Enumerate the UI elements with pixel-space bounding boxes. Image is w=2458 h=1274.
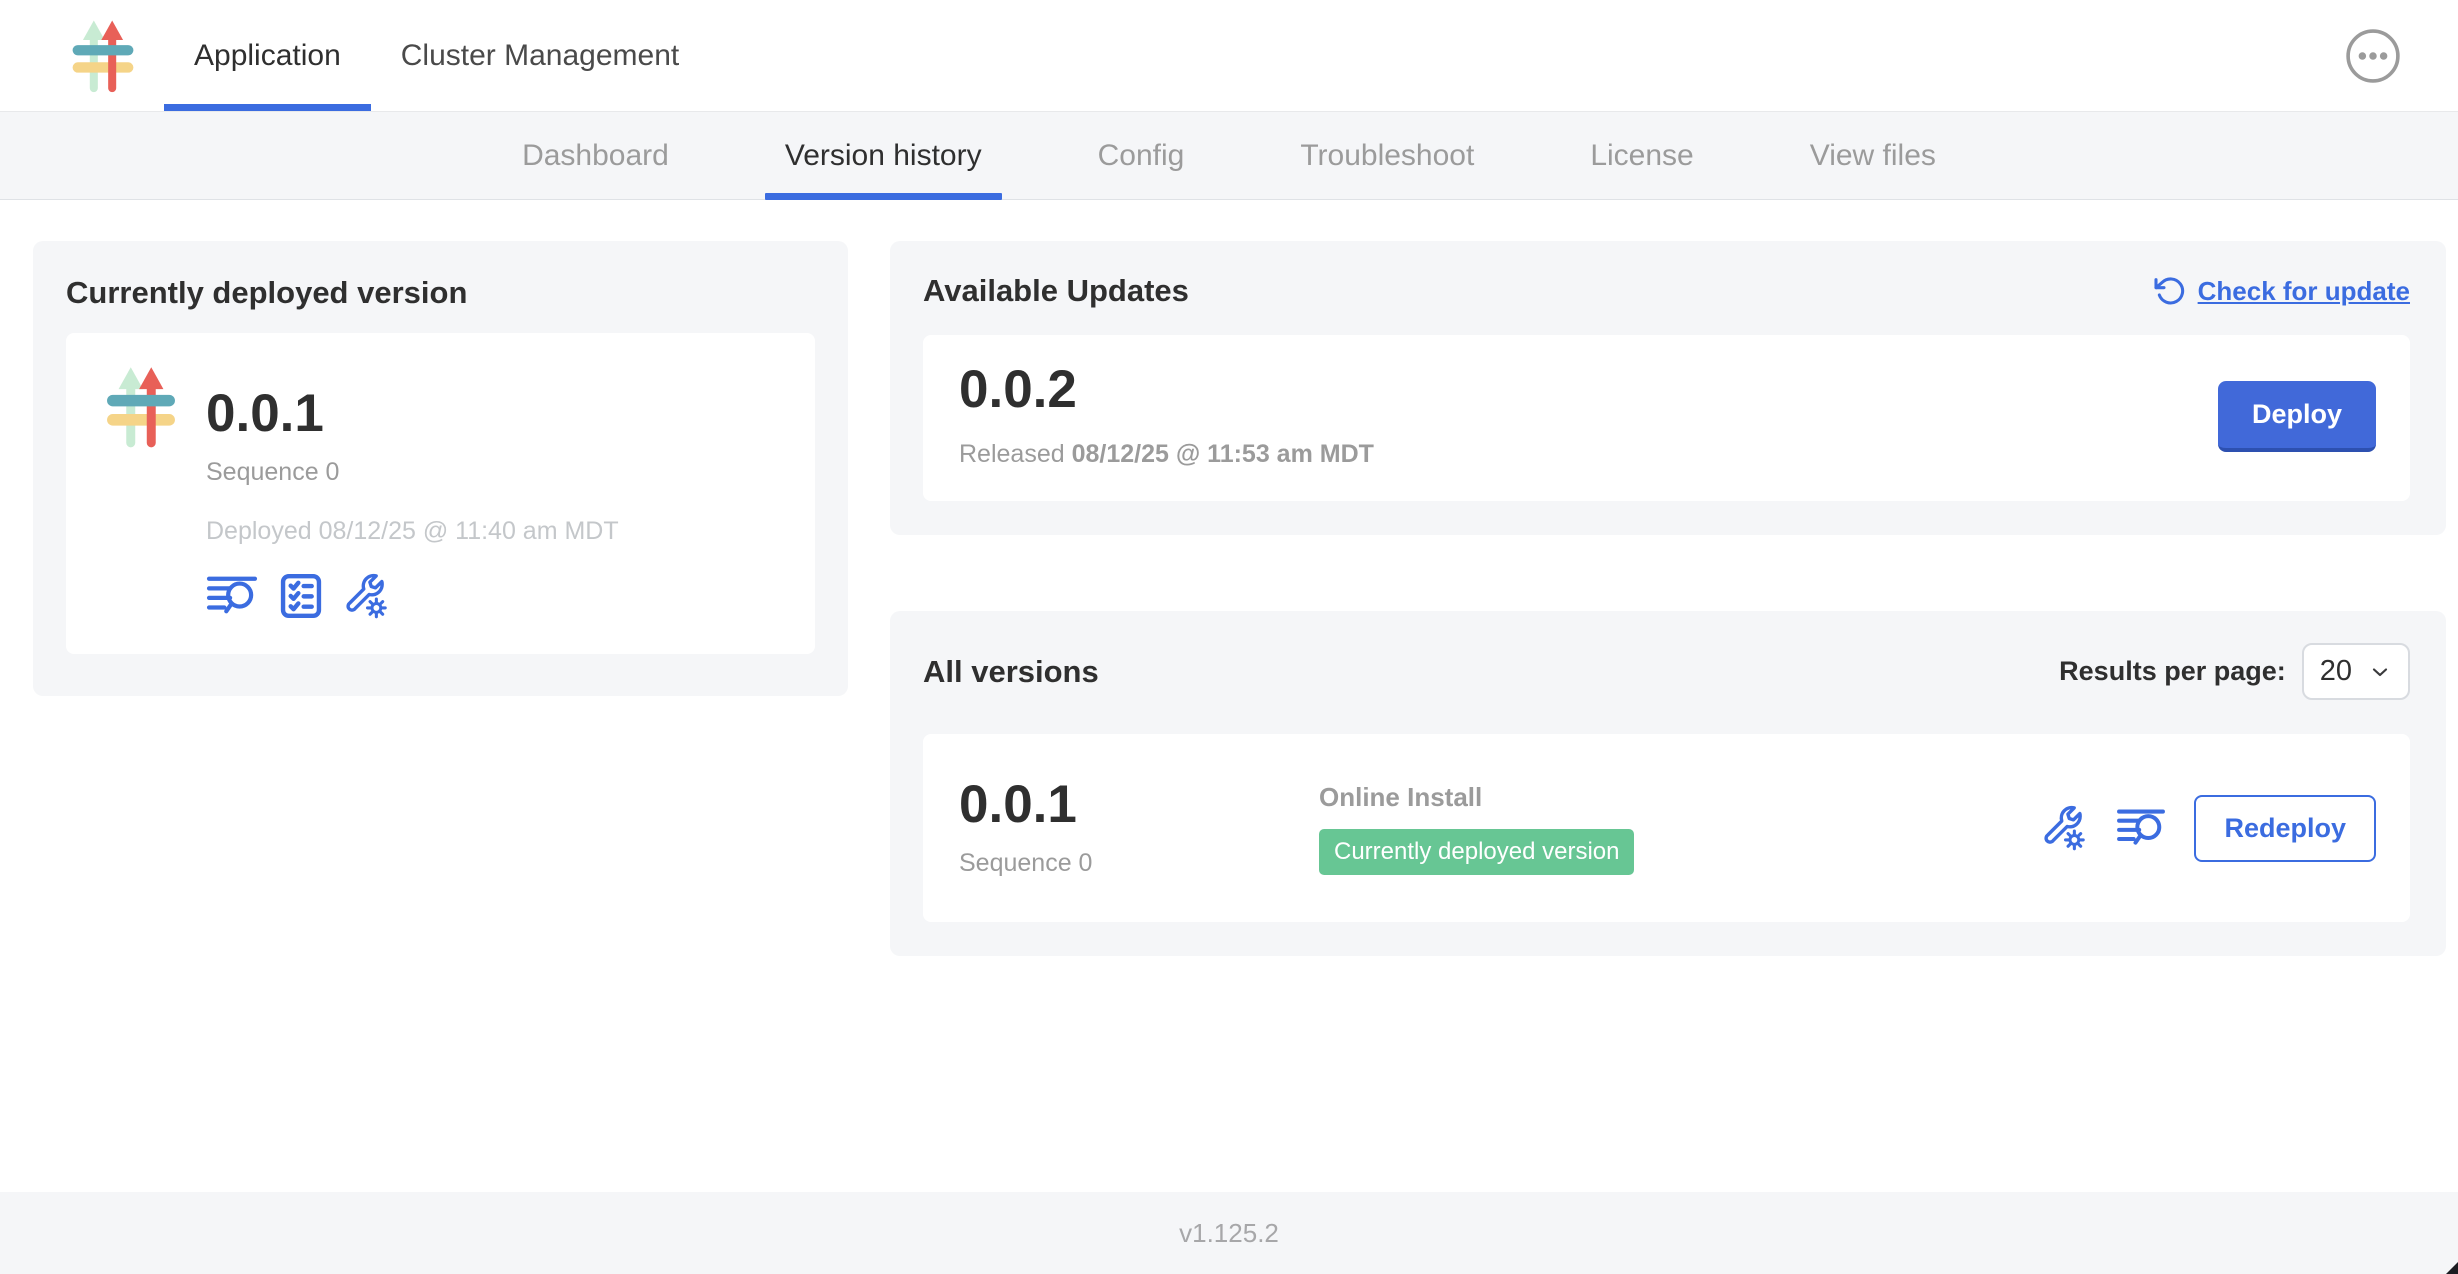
subnav-dashboard[interactable]: Dashboard xyxy=(464,112,727,199)
released-label: Released xyxy=(959,440,1065,468)
chevron-down-icon xyxy=(2368,660,2392,684)
subnav-view-files-label: View files xyxy=(1810,139,1936,173)
right-column: Available Updates Check for update 0.0.2… xyxy=(890,241,2446,956)
available-updates-panel: Available Updates Check for update 0.0.2… xyxy=(890,241,2446,535)
release-notes-icon[interactable] xyxy=(206,574,258,618)
deployed-version-card: 0.0.1 Sequence 0 Deployed 08/12/25 @ 11:… xyxy=(66,333,815,654)
row-sequence: Sequence 0 xyxy=(959,849,1319,878)
subnav-version-history-label: Version history xyxy=(785,139,982,173)
ellipsis-circle-icon xyxy=(2344,27,2402,85)
header-spacer xyxy=(709,0,2344,111)
version-row-actions: Redeploy xyxy=(2042,795,2376,862)
version-row-info: 0.0.1 Sequence 0 xyxy=(959,778,1319,878)
tab-application[interactable]: Application xyxy=(164,0,371,111)
preflight-checklist-icon[interactable] xyxy=(280,573,322,619)
tab-application-label: Application xyxy=(194,39,341,73)
update-version-number: 0.0.2 xyxy=(959,363,1374,416)
top-header: Application Cluster Management xyxy=(0,0,2458,112)
subnav-config[interactable]: Config xyxy=(1040,112,1243,199)
version-row-type: Online Install Currently deployed versio… xyxy=(1319,782,1634,875)
subnav-troubleshoot-label: Troubleshoot xyxy=(1300,139,1474,173)
install-type-label: Online Install xyxy=(1319,782,1634,813)
deployed-version-number: 0.0.1 xyxy=(206,387,619,440)
subnav-version-history[interactable]: Version history xyxy=(727,112,1040,199)
update-released-line: Released 08/12/25 @ 11:53 am MDT xyxy=(959,440,1374,469)
config-wrench-icon[interactable] xyxy=(2042,804,2088,852)
app-logo-icon xyxy=(66,17,140,95)
version-row: 0.0.1 Sequence 0 Online Install Currentl… xyxy=(923,734,2410,922)
deployed-version-actions xyxy=(206,572,619,620)
check-for-update-link[interactable]: Check for update xyxy=(2154,275,2410,307)
results-per-page-label: Results per page: xyxy=(2059,656,2286,687)
main-content: Currently deployed version 0.0.1 Sequenc… xyxy=(0,200,2458,1192)
subnav-view-files[interactable]: View files xyxy=(1752,112,1994,199)
mouse-cursor-artifact xyxy=(2446,1262,2458,1274)
deployed-timestamp: Deployed 08/12/25 @ 11:40 am MDT xyxy=(206,517,619,546)
subnav-license-label: License xyxy=(1590,139,1693,173)
currently-deployed-badge: Currently deployed version xyxy=(1319,829,1634,875)
deployed-sequence: Sequence 0 xyxy=(206,458,619,487)
all-versions-panel: All versions Results per page: 20 0.0 xyxy=(890,611,2446,956)
app-logo-icon xyxy=(100,363,182,451)
row-version-number: 0.0.1 xyxy=(959,778,1319,831)
app-subnav: Dashboard Version history Config Trouble… xyxy=(0,112,2458,200)
header-tabs: Application Cluster Management xyxy=(164,0,709,111)
console-version: v1.125.2 xyxy=(1179,1218,1279,1249)
tab-cluster-management[interactable]: Cluster Management xyxy=(371,0,709,111)
admin-console-screen: Application Cluster Management Dashboard… xyxy=(0,0,2458,1274)
all-versions-title: All versions xyxy=(923,654,1099,690)
page-footer: v1.125.2 xyxy=(0,1192,2458,1274)
release-notes-icon[interactable] xyxy=(2116,807,2166,849)
available-updates-title: Available Updates xyxy=(923,273,1189,309)
results-per-page: Results per page: 20 xyxy=(2059,643,2410,700)
subnav-dashboard-label: Dashboard xyxy=(522,139,669,173)
released-timestamp: 08/12/25 @ 11:53 am MDT xyxy=(1072,440,1374,468)
results-per-page-select[interactable]: 20 xyxy=(2302,643,2410,700)
refresh-icon xyxy=(2154,275,2186,307)
subnav-config-label: Config xyxy=(1098,139,1185,173)
currently-deployed-title: Currently deployed version xyxy=(66,275,815,311)
currently-deployed-panel: Currently deployed version 0.0.1 Sequenc… xyxy=(33,241,848,696)
tab-cluster-management-label: Cluster Management xyxy=(401,39,679,73)
subnav-license[interactable]: License xyxy=(1532,112,1751,199)
update-row: 0.0.2 Released 08/12/25 @ 11:53 am MDT D… xyxy=(923,335,2410,501)
deployed-version-info: 0.0.1 Sequence 0 Deployed 08/12/25 @ 11:… xyxy=(206,363,619,620)
results-per-page-value: 20 xyxy=(2320,655,2352,688)
subnav-troubleshoot[interactable]: Troubleshoot xyxy=(1242,112,1532,199)
update-info: 0.0.2 Released 08/12/25 @ 11:53 am MDT xyxy=(959,363,1374,469)
overflow-menu-button[interactable] xyxy=(2344,27,2402,85)
config-wrench-icon[interactable] xyxy=(344,572,390,620)
check-for-update-label: Check for update xyxy=(2198,276,2410,307)
redeploy-button[interactable]: Redeploy xyxy=(2194,795,2376,862)
deploy-button[interactable]: Deploy xyxy=(2218,381,2376,452)
